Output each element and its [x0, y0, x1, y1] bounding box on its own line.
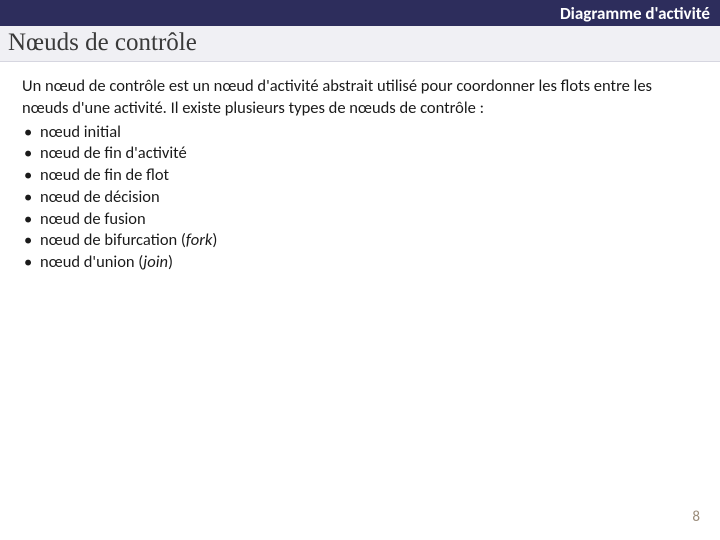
page-number: 8 [692, 508, 700, 526]
list-item: nœud de fin d'activité [22, 143, 698, 165]
list-item: nœud d'union (join) [22, 252, 698, 274]
intro-paragraph: Un nœud de contrôle est un nœud d'activi… [22, 76, 698, 120]
section-title-bar: Nœuds de contrôle [0, 26, 720, 62]
list-item: nœud de fusion [22, 209, 698, 231]
bullet-list: nœud initial nœud de fin d'activité nœud… [22, 122, 698, 274]
section-title: Nœuds de contrôle [8, 29, 712, 57]
slide-content: Un nœud de contrôle est un nœud d'activi… [0, 62, 720, 274]
header-title: Diagramme d'activité [560, 3, 710, 24]
header-bar: Diagramme d'activité [0, 0, 720, 26]
list-item: nœud de fin de flot [22, 165, 698, 187]
list-item: nœud initial [22, 122, 698, 144]
list-item: nœud de bifurcation (fork) [22, 230, 698, 252]
list-item: nœud de décision [22, 187, 698, 209]
